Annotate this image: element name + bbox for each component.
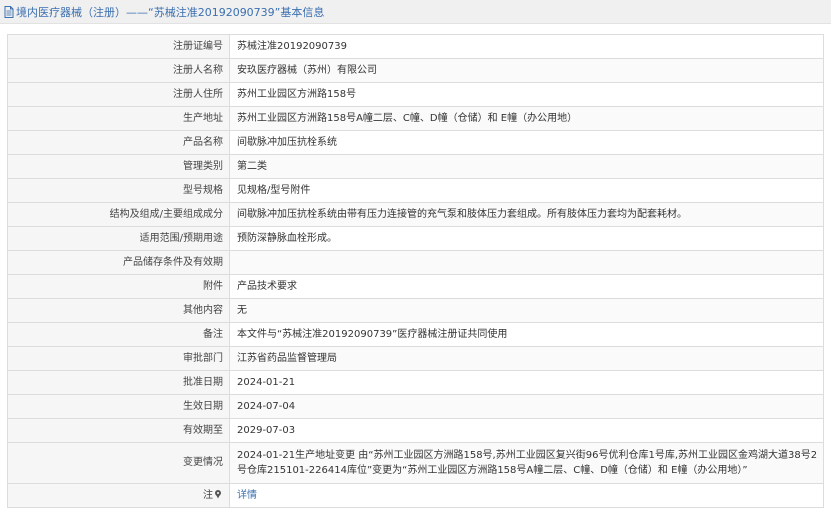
table-row: 适用范围/预期用途 预防深静脉血栓形成。 [7, 226, 824, 251]
table-row: 注册人住所 苏州工业园区方洲路158号 [7, 82, 824, 107]
field-value: 第二类 [229, 154, 824, 179]
table-row: 产品名称 间歇脉冲加压抗栓系统 [7, 130, 824, 155]
field-value: 2029-07-03 [229, 418, 824, 443]
field-label: 生产地址 [7, 106, 230, 131]
field-label: 其他内容 [7, 298, 230, 323]
field-value: 江苏省药品监督管理局 [229, 346, 824, 371]
detail-label: 注 [203, 489, 213, 501]
table-row: 附件 产品技术要求 [7, 274, 824, 299]
field-value: 苏州工业园区方洲路158号 [229, 82, 824, 107]
field-label: 管理类别 [7, 154, 230, 179]
field-label: 适用范围/预期用途 [7, 226, 230, 251]
table-row: 结构及组成/主要组成成分 间歇脉冲加压抗栓系统由带有压力连接管的充气泵和肢体压力… [7, 202, 824, 227]
field-value: 无 [229, 298, 824, 323]
detail-link[interactable]: 详情 [237, 490, 257, 501]
field-value: 预防深静脉血栓形成。 [229, 226, 824, 251]
change-history-value: 2024-01-21生产地址变更 由“苏州工业园区方洲路158号,苏州工业园区复… [229, 442, 824, 484]
field-value: 间歇脉冲加压抗栓系统 [229, 130, 824, 155]
field-label: 附件 [7, 274, 230, 299]
field-value [229, 250, 824, 275]
info-table-wrapper: 注册证编号 苏械注准20192090739 注册人名称 安玖医疗器械（苏州）有限… [7, 34, 824, 508]
field-label: 型号规格 [7, 178, 230, 203]
field-label: 批准日期 [7, 370, 230, 395]
field-value: 2024-01-21 [229, 370, 824, 395]
field-value: 苏械注准20192090739 [229, 34, 824, 59]
table-row-detail: 注 详情 [7, 483, 824, 508]
table-row-change: 变更情况 2024-01-21生产地址变更 由“苏州工业园区方洲路158号,苏州… [7, 442, 824, 484]
table-row: 产品储存条件及有效期 [7, 250, 824, 275]
table-row: 有效期至 2029-07-03 [7, 418, 824, 443]
info-table: 注册证编号 苏械注准20192090739 注册人名称 安玖医疗器械（苏州）有限… [7, 34, 824, 508]
detail-label-cell: 注 [7, 483, 230, 508]
field-value: 间歇脉冲加压抗栓系统由带有压力连接管的充气泵和肢体压力套组成。所有肢体压力套均为… [229, 202, 824, 227]
document-icon [4, 5, 14, 18]
table-row: 管理类别 第二类 [7, 154, 824, 179]
field-value: 安玖医疗器械（苏州）有限公司 [229, 58, 824, 83]
table-row: 审批部门 江苏省药品监督管理局 [7, 346, 824, 371]
detail-value-cell: 详情 [229, 483, 824, 508]
field-label: 结构及组成/主要组成成分 [7, 202, 230, 227]
field-value: 本文件与“苏械注准20192090739”医疗器械注册证共同使用 [229, 322, 824, 347]
table-row: 批准日期 2024-01-21 [7, 370, 824, 395]
field-value: 苏州工业园区方洲路158号A幢二层、C幢、D幢（仓储）和 E幢（办公用地） [229, 106, 824, 131]
field-label: 注册证编号 [7, 34, 230, 59]
info-pin-icon [213, 489, 223, 499]
field-label: 注册人住所 [7, 82, 230, 107]
field-label: 注册人名称 [7, 58, 230, 83]
table-row: 型号规格 见规格/型号附件 [7, 178, 824, 203]
field-value: 产品技术要求 [229, 274, 824, 299]
table-row: 生产地址 苏州工业园区方洲路158号A幢二层、C幢、D幢（仓储）和 E幢（办公用… [7, 106, 824, 131]
table-row: 注册人名称 安玖医疗器械（苏州）有限公司 [7, 58, 824, 83]
field-label: 备注 [7, 322, 230, 347]
field-value: 2024-07-04 [229, 394, 824, 419]
page-title: 境内医疗器械（注册）——“苏械注准20192090739”基本信息 [16, 5, 325, 19]
table-row: 注册证编号 苏械注准20192090739 [7, 34, 824, 59]
field-label: 产品名称 [7, 130, 230, 155]
field-label: 变更情况 [7, 442, 230, 484]
field-label: 有效期至 [7, 418, 230, 443]
field-label: 审批部门 [7, 346, 230, 371]
table-row: 备注 本文件与“苏械注准20192090739”医疗器械注册证共同使用 [7, 322, 824, 347]
field-label: 产品储存条件及有效期 [7, 250, 230, 275]
field-value: 见规格/型号附件 [229, 178, 824, 203]
page-header: 境内医疗器械（注册）——“苏械注准20192090739”基本信息 [0, 0, 831, 24]
table-row: 生效日期 2024-07-04 [7, 394, 824, 419]
table-row: 其他内容 无 [7, 298, 824, 323]
field-label: 生效日期 [7, 394, 230, 419]
